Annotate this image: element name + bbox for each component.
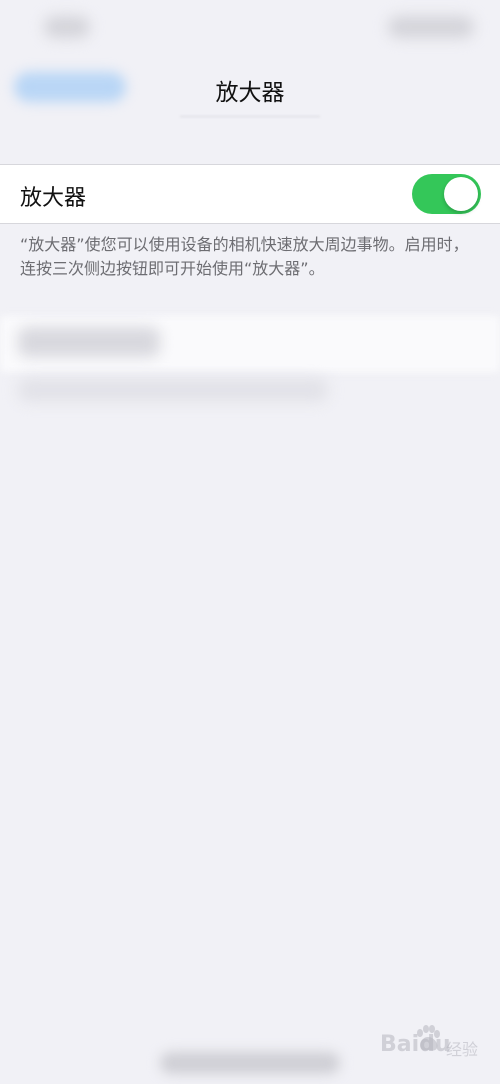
toggle-knob [444,177,478,211]
nav-divider [180,116,320,117]
blurred-row-label [18,327,160,357]
blurred-footer-note [18,378,328,402]
home-indicator [160,1052,340,1074]
magnifier-footer-note: “放大器”使您可以使用设备的相机快速放大周边事物。启用时，连按三次侧边按钮即可开… [20,235,469,278]
magnifier-toggle-switch[interactable] [412,174,481,214]
page-title: 放大器 [215,80,285,106]
magnifier-row-label: 放大器 [20,186,87,211]
status-icons-blur [388,16,474,38]
watermark-sub: 经验 [446,1040,479,1059]
status-bar [0,0,500,56]
baidu-paw-icon [417,1025,440,1051]
screen: 放大器 放大器 “放大器”使您可以使用设备的相机快速放大周边事物。启用时，连按三… [0,0,500,1084]
group-separator-bottom [0,223,500,224]
magnifier-setting-row: 放大器 [0,165,500,223]
navigation-bar: 放大器 [0,56,500,118]
status-time-blur [44,16,90,38]
baidu-watermark: Baidu 经验 [360,1022,494,1072]
